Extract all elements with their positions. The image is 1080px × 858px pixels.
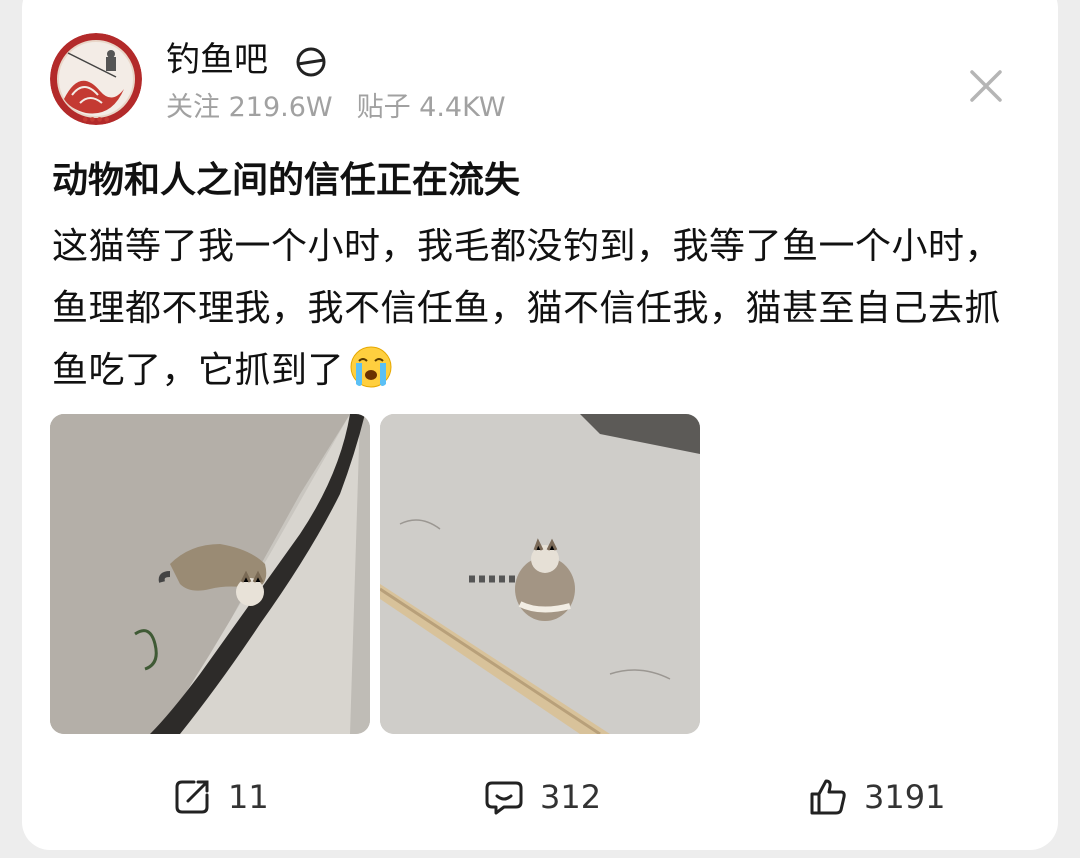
close-icon[interactable]	[962, 62, 1010, 110]
followers-count: 关注 219.6W	[166, 92, 333, 123]
svg-text:● ● ● ●: ● ● ● ●	[83, 116, 110, 123]
comment-count: 312	[540, 778, 602, 816]
cat-at-water-photo[interactable]	[50, 414, 370, 734]
posts-count: 贴子 4.4KW	[356, 92, 506, 123]
cat-eating-fish-photo[interactable]	[380, 414, 700, 734]
thumbs-up-icon	[810, 779, 846, 815]
cat-eating-fish-image	[380, 414, 700, 734]
post-body[interactable]: 这猫等了我一个小时，我毛都没钓到，我等了鱼一个小时，鱼理都不理我，我不信任鱼，猫…	[52, 216, 1012, 402]
like-button[interactable]: 3191	[808, 770, 945, 824]
share-button[interactable]: 11	[172, 770, 269, 824]
comment-icon	[485, 781, 523, 815]
share-icon	[175, 780, 209, 814]
fishing-forum-logo-icon: ● ● ● ●	[50, 33, 142, 125]
action-bar: 11 312 3191	[0, 770, 1080, 824]
share-count: 11	[228, 778, 269, 816]
forum-avatar[interactable]: ● ● ● ●	[50, 33, 142, 125]
crying-face-emoji	[350, 346, 392, 388]
forum-name[interactable]: 钓鱼吧	[166, 38, 268, 82]
verified-badge-icon	[296, 47, 326, 77]
post-title[interactable]: 动物和人之间的信任正在流失	[52, 157, 520, 205]
comment-button[interactable]: 312	[484, 770, 601, 824]
like-count: 3191	[864, 778, 946, 816]
post-body-text: 这猫等了我一个小时，我毛都没钓到，我等了鱼一个小时，鱼理都不理我，我不信任鱼，猫…	[52, 226, 1002, 391]
forum-stats: 关注 219.6W 贴子 4.4KW	[166, 90, 530, 126]
cat-at-water-image	[50, 414, 370, 734]
